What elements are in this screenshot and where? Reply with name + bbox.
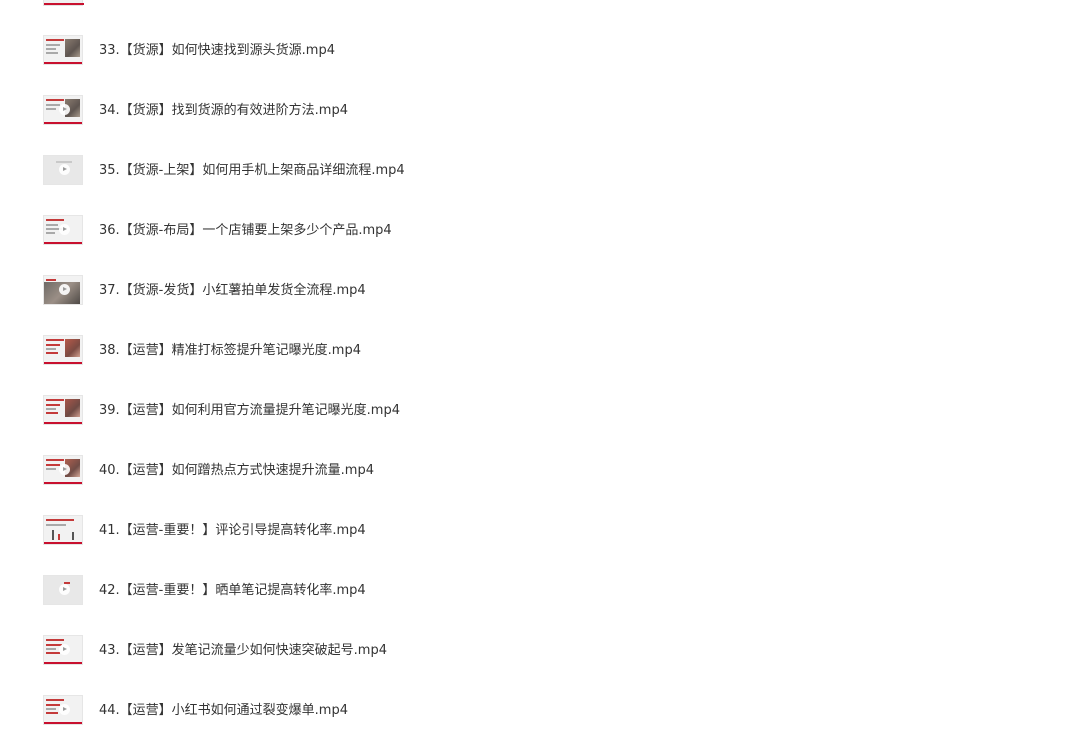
video-thumbnail[interactable] [43, 515, 83, 545]
play-icon [59, 164, 70, 175]
play-icon [59, 704, 70, 715]
play-icon [59, 284, 70, 295]
video-thumbnail[interactable] [43, 695, 83, 725]
file-row[interactable]: 39.【运营】如何利用官方流量提升笔记曝光度.mp4 [0, 391, 1066, 431]
play-icon [59, 104, 70, 115]
file-row[interactable]: 43.【运营】发笔记流量少如何快速突破起号.mp4 [0, 631, 1066, 671]
play-icon [59, 644, 70, 655]
play-icon [59, 584, 70, 595]
file-row[interactable]: 37.【货源-发货】小红薯拍单发货全流程.mp4 [0, 271, 1066, 311]
file-name[interactable]: 35.【货源-上架】如何用手机上架商品详细流程.mp4 [99, 161, 405, 181]
play-icon [59, 224, 70, 235]
file-row[interactable]: 36.【货源-布局】一个店铺要上架多少个产品.mp4 [0, 211, 1066, 251]
video-thumbnail[interactable] [43, 215, 83, 245]
file-row[interactable]: 44.【运营】小红书如何通过裂变爆单.mp4 [0, 691, 1066, 731]
file-name[interactable]: 38.【运营】精准打标签提升笔记曝光度.mp4 [99, 341, 361, 361]
video-thumbnail[interactable] [43, 335, 83, 365]
file-row[interactable]: 40.【运营】如何蹭热点方式快速提升流量.mp4 [0, 451, 1066, 491]
file-row[interactable]: 38.【运营】精准打标签提升笔记曝光度.mp4 [0, 331, 1066, 371]
file-name[interactable]: 37.【货源-发货】小红薯拍单发货全流程.mp4 [99, 281, 366, 301]
play-icon [59, 464, 70, 475]
video-thumbnail[interactable] [43, 395, 83, 425]
file-name[interactable]: 39.【运营】如何利用官方流量提升笔记曝光度.mp4 [99, 401, 400, 421]
file-row[interactable]: 34.【货源】找到货源的有效进阶方法.mp4 [0, 91, 1066, 131]
video-thumbnail[interactable] [43, 35, 83, 65]
file-name[interactable]: 43.【运营】发笔记流量少如何快速突破起号.mp4 [99, 641, 387, 661]
file-row[interactable]: 33.【货源】如何快速找到源头货源.mp4 [0, 31, 1066, 71]
file-row[interactable]: 35.【货源-上架】如何用手机上架商品详细流程.mp4 [0, 151, 1066, 191]
video-thumbnail[interactable] [43, 575, 83, 605]
file-name[interactable]: 42.【运营-重要！】晒单笔记提高转化率.mp4 [99, 581, 366, 601]
video-thumbnail[interactable] [43, 635, 83, 665]
video-thumbnail[interactable] [43, 155, 83, 185]
file-row[interactable]: 42.【运营-重要！】晒单笔记提高转化率.mp4 [0, 571, 1066, 611]
file-name[interactable]: 36.【货源-布局】一个店铺要上架多少个产品.mp4 [99, 221, 392, 241]
video-thumbnail[interactable] [43, 455, 83, 485]
file-name[interactable]: 44.【运营】小红书如何通过裂变爆单.mp4 [99, 701, 348, 721]
file-name[interactable]: 34.【货源】找到货源的有效进阶方法.mp4 [99, 101, 348, 121]
file-list: 33.【货源】如何快速找到源头货源.mp4 34.【货源】找到货源的有效进阶方法… [0, 0, 1066, 743]
file-name[interactable]: 41.【运营-重要！】评论引导提高转化率.mp4 [99, 521, 366, 541]
file-row[interactable]: 41.【运营-重要！】评论引导提高转化率.mp4 [0, 511, 1066, 551]
file-name[interactable]: 33.【货源】如何快速找到源头货源.mp4 [99, 41, 335, 61]
file-name[interactable]: 40.【运营】如何蹭热点方式快速提升流量.mp4 [99, 461, 374, 481]
video-thumbnail-partial[interactable] [43, 0, 84, 6]
video-thumbnail[interactable] [43, 275, 83, 305]
video-thumbnail[interactable] [43, 95, 83, 125]
